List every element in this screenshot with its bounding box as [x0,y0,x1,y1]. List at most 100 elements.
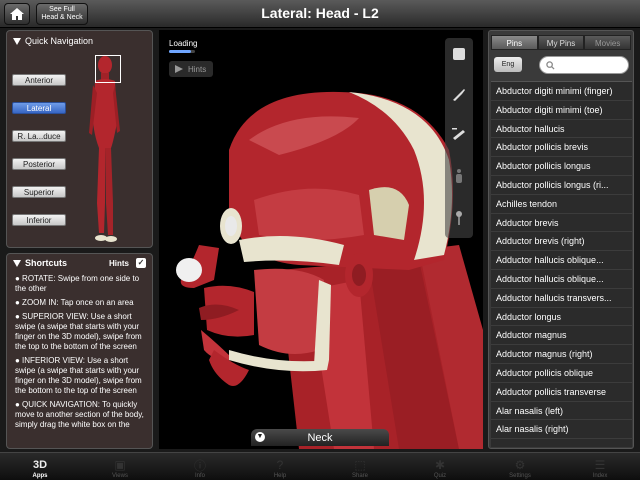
info-icon: ⓘ [193,458,206,473]
neck-section-button[interactable]: ▼ Neck [251,429,389,446]
square-select-tool[interactable] [451,46,467,62]
tab-movies[interactable]: Movies [584,35,632,50]
bottom-tab-label: Views [112,473,128,479]
muscle-list-item[interactable]: Abductor pollicis brevis [491,138,632,158]
bottom-tab-apps[interactable]: 3D Apps [0,453,80,480]
thumbnail-selection-box[interactable] [95,55,121,83]
bottom-tab-label: Apps [32,473,48,479]
tab-my-pins[interactable]: My Pins [537,35,585,50]
language-button[interactable]: Eng [494,57,522,72]
shortcuts-title: Shortcuts [25,258,68,268]
bottom-tab-settings[interactable]: ⚙ Settings [480,453,560,480]
square-icon [453,48,465,60]
dissect-tool[interactable] [451,126,467,142]
nav-button-inferior[interactable]: Inferior [12,214,66,226]
muscle-list-item[interactable]: Adductor pollicis transverse [491,383,632,402]
shortcut-item: ● ZOOM IN: Tap once on an area [15,298,134,307]
search-input[interactable] [558,60,618,70]
bottom-tab-quiz[interactable]: ✱ Quiz [400,453,480,480]
shortcut-item: ● QUICK NAVIGATION: To quickly move to a… [15,400,144,429]
loading-label: Loading [169,39,198,48]
top-bar: See Full Head & Neck Lateral: Head - L2 [0,0,640,28]
pins-tab-bar: Pins My Pins Movies [491,35,632,50]
search-field[interactable] [539,56,629,74]
play-icon [175,65,183,73]
bottom-tab-share[interactable]: ⬚ Share [320,453,400,480]
shortcut-item: ● ROTATE: Swipe from one side to the oth… [15,274,140,293]
index-icon: ☰ [594,458,606,472]
muscle-list-item[interactable]: Abductor pollicis longus (ri... [491,176,632,195]
search-icon [546,60,555,70]
hints-button-label: Hints [188,64,207,74]
nav-button-anterior[interactable]: Anterior [12,74,66,86]
bottom-tab-help[interactable]: ? Help [240,453,320,480]
bottom-tab-label: Quiz [433,473,447,479]
bottom-tab-bar: 3D Apps ▣ Views ⓘ Info ? Help ⬚ Share ✱ … [0,452,640,480]
shortcut-item: ● SUPERIOR VIEW: Use a short swipe (a sw… [15,312,142,351]
hints-label: Hints [109,258,129,268]
muscle-list-item[interactable]: Alar nasalis (left) [491,402,632,421]
quiz-icon: ✱ [434,458,446,472]
3d-icon: 3D [32,459,48,471]
shortcuts-header[interactable]: Shortcuts Hints ✓ [7,254,152,272]
nav-button-lateral[interactable]: Lateral [12,102,66,114]
bottom-tab-views[interactable]: ▣ Views [80,453,160,480]
muscle-list-item[interactable]: Adductor magnus [491,326,632,346]
head-muscle-model[interactable] [159,30,483,449]
collapse-triangle-icon [13,37,21,45]
body-layers-tool[interactable] [451,168,467,184]
muscle-list-item[interactable]: Abductor digiti minimi (finger) [491,82,632,101]
pin-icon [456,211,462,225]
bottom-tab-label: Help [273,473,287,479]
page-title: Lateral: Head - L2 [261,5,379,21]
bottom-tab-label: Info [194,473,205,479]
muscle-list: Abductor digiti minimi (finger) Abductor… [491,81,632,447]
muscle-list-item[interactable]: Adductor pollicis oblique [491,364,632,383]
muscle-list-item[interactable]: Adductor longus [491,308,632,327]
dissect-icon [452,128,465,140]
muscle-list-item[interactable]: Abductor hallucis [491,120,632,139]
muscle-list-item[interactable]: Alar nasalis (right) [491,420,632,440]
shortcut-item: ● INFERIOR VIEW: Use a short swipe (a sw… [15,356,142,395]
quick-navigation-panel: Quick Navigation Anterior Lateral R. La.… [6,30,153,248]
nav-button-superior[interactable]: Superior [12,186,66,198]
quick-navigation-title: Quick Navigation [25,36,94,46]
scalpel-icon [453,89,465,101]
bottom-tab-info[interactable]: ⓘ Info [160,453,240,480]
bottom-tab-label: Share [351,473,368,479]
muscle-list-item[interactable]: Adductor brevis (right) [491,232,632,252]
bottom-tab-index[interactable]: ☰ Index [560,453,640,480]
bottom-tab-label: Settings [509,473,531,479]
nav-button-r-lateral-adduce[interactable]: R. La...duce [12,130,66,142]
3d-model-viewer[interactable]: Loading Hints ▼ Neck [159,30,483,449]
hints-button[interactable]: Hints [169,61,213,77]
pin-tool[interactable] [451,210,467,226]
scalpel-tool[interactable] [451,86,467,102]
muscle-list-item[interactable]: Adductor hallucis oblique... [491,270,632,289]
nav-button-posterior[interactable]: Posterior [12,158,66,170]
share-icon: ⬚ [354,458,366,472]
muscle-list-item[interactable]: Adductor hallucis transvers... [491,289,632,308]
help-icon: ? [276,458,284,472]
muscle-list-item[interactable]: Achilles tendon [491,195,632,214]
shortcuts-panel: Shortcuts Hints ✓ ● ROTATE: Swipe from o… [6,253,153,449]
down-arrow-icon: ▼ [255,432,265,442]
muscle-list-item[interactable]: Abductor digiti minimi (toe) [491,101,632,120]
muscle-list-item[interactable]: Adductor magnus (right) [491,345,632,364]
body-icon [456,169,462,183]
muscle-list-item[interactable]: Abductor pollicis longus [491,157,632,176]
loading-progress-bar [169,50,195,53]
muscle-list-item[interactable]: Adductor brevis [491,214,632,233]
bottom-tab-label: Index [592,473,608,479]
viewer-toolbar [445,38,473,238]
tab-pins[interactable]: Pins [491,35,538,50]
app-window: See Full Head & Neck Lateral: Head - L2 … [0,0,640,480]
quick-navigation-header[interactable]: Quick Navigation [7,31,152,51]
neck-section-label: Neck [307,431,333,444]
hints-checkbox[interactable]: ✓ [136,258,146,268]
gear-icon: ⚙ [514,458,526,472]
shortcut-list: ● ROTATE: Swipe from one side to the oth… [7,272,152,430]
muscle-list-item[interactable]: Adductor hallucis oblique... [491,251,632,270]
loading-progress-fill [169,50,192,53]
pins-panel: Pins My Pins Movies Eng Abductor digiti … [488,30,634,449]
